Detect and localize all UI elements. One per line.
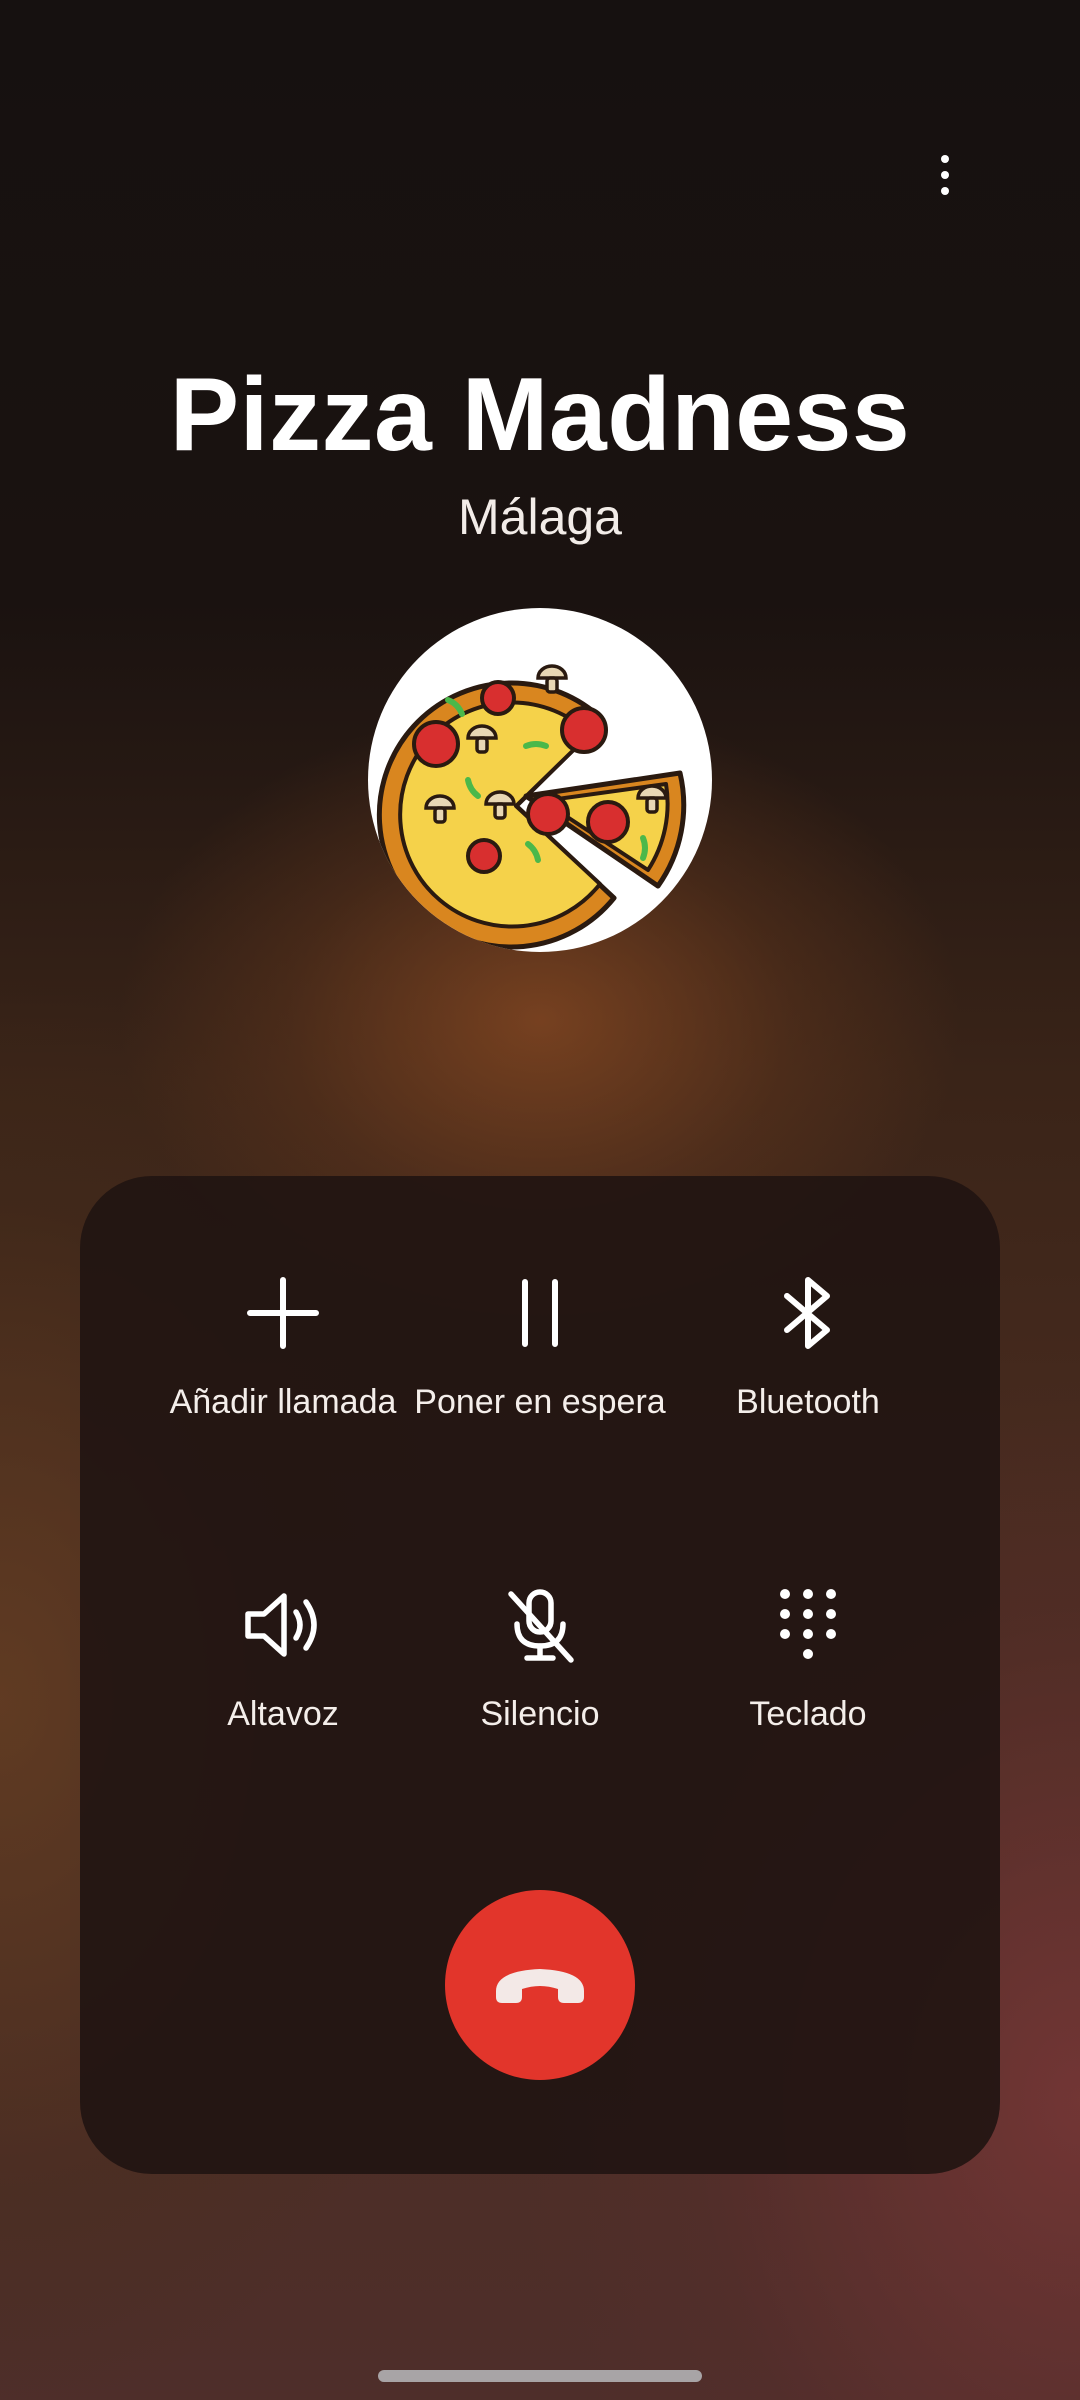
keypad-label: Teclado [749,1695,867,1733]
add-call-button[interactable]: Añadir llamada [133,1268,433,1468]
mic-off-icon [495,1580,585,1670]
caller-name: Pizza Madness [169,357,911,473]
speaker-icon [238,1580,328,1670]
caller-location: Málaga [458,489,622,545]
add-call-label: Añadir llamada [169,1383,397,1421]
hold-label: Poner en espera [414,1383,666,1421]
speaker-button[interactable]: Altavoz [133,1580,433,1780]
plus-icon [238,1268,328,1358]
pause-icon [495,1268,585,1358]
dialpad-icon [763,1580,853,1670]
pizza-icon [376,664,687,950]
bluetooth-button[interactable]: Bluetooth [658,1268,958,1468]
hang-up-icon [496,1969,584,2003]
more-vert-icon [941,155,949,163]
home-indicator[interactable] [378,2370,702,2382]
mute-label: Silencio [480,1695,600,1733]
keypad-button[interactable]: Teclado [658,1580,958,1780]
hold-button[interactable]: Poner en espera [390,1268,690,1468]
bluetooth-label: Bluetooth [736,1383,880,1421]
speaker-label: Altavoz [227,1695,339,1733]
more-vert-icon-dot [941,187,949,195]
more-vert-icon-dot [941,171,949,179]
end-call-button[interactable] [445,1890,635,2080]
bluetooth-icon [763,1268,853,1358]
more-options-button[interactable] [915,145,975,205]
caller-avatar [368,608,712,952]
mute-button[interactable]: Silencio [390,1580,690,1780]
